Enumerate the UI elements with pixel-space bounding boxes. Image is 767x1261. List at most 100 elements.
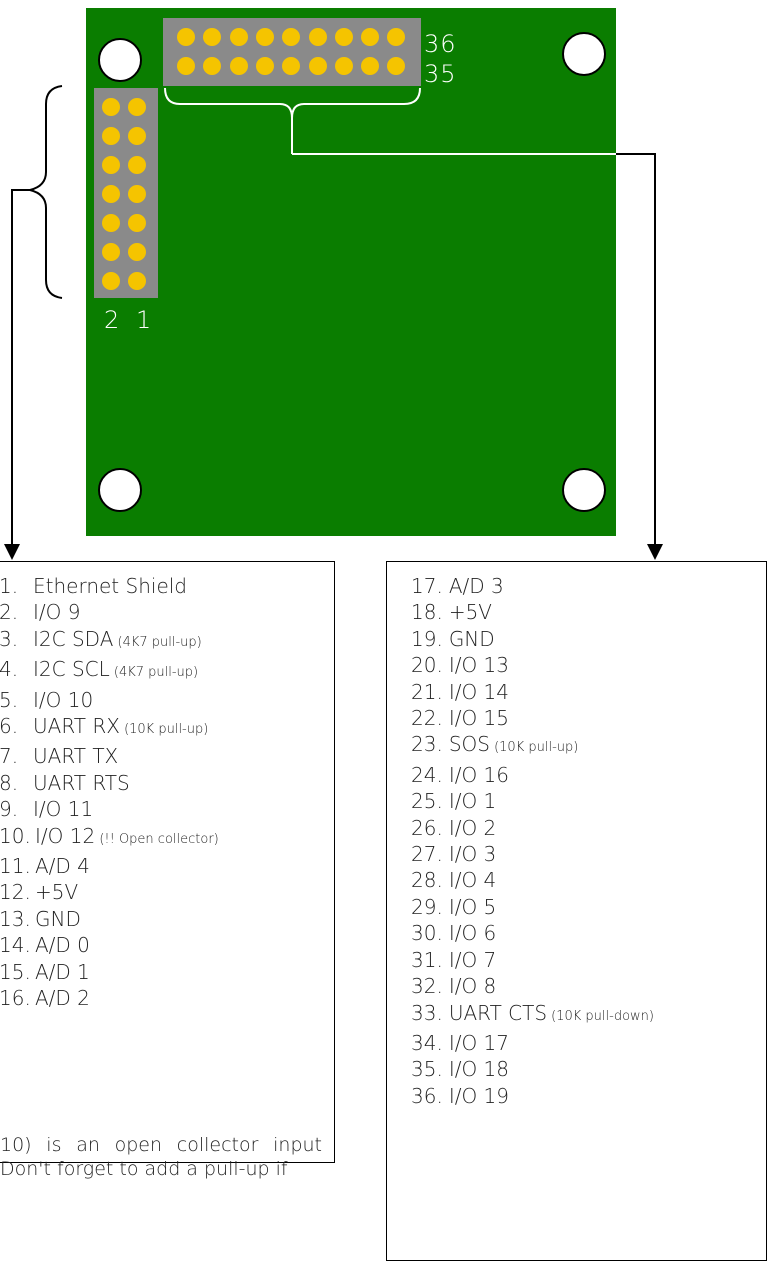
pin-number: 30. bbox=[411, 921, 443, 946]
pin-list-item: 28. I/O 4 bbox=[411, 867, 766, 893]
pin-name: SOS bbox=[448, 732, 490, 757]
pin-list-item: 22. I/O 15 bbox=[411, 705, 766, 731]
pin-list-item: 7. UART TX bbox=[0, 743, 334, 769]
pin-list-item: 32. I/O 8 bbox=[411, 973, 766, 999]
pin-number: 28. bbox=[411, 868, 443, 893]
pin-number: 23. bbox=[411, 732, 443, 757]
pin-number: 35. bbox=[411, 1057, 443, 1082]
pin-name: A/D 1 bbox=[35, 959, 90, 984]
pin-number: 17. bbox=[411, 574, 443, 598]
pin-number: 20. bbox=[411, 653, 443, 678]
pin-list-item: 31. I/O 7 bbox=[411, 947, 766, 973]
right-pin-list-box: 17. A/D 3 18. +5V 19. GND 20. I/O 13 21. I/O 14 22… bbox=[386, 561, 767, 1261]
pin-list-item: 9. I/O 11 bbox=[0, 796, 334, 822]
pin-list-item: 3. I2C SDA (4K7 pull-up) bbox=[0, 626, 334, 656]
pin-list-item: 16. A/D 2 bbox=[0, 985, 334, 1011]
pin-list-item: 17. A/D 3 bbox=[411, 573, 766, 599]
right-connector-line bbox=[292, 153, 656, 548]
pin-list-item: 8. UART RTS bbox=[0, 770, 334, 796]
pin-list-item: 29. I/O 5 bbox=[411, 894, 766, 920]
pin-list-item: 13. GND bbox=[0, 906, 334, 932]
pin-name: A/D 4 bbox=[35, 854, 90, 879]
footnote-text: 10) is an open collector input Don't for… bbox=[0, 1134, 322, 1180]
right-arrowhead bbox=[647, 544, 663, 560]
pin-note: (10K pull-up) bbox=[119, 722, 209, 738]
pin-list-item: 26. I/O 2 bbox=[411, 815, 766, 841]
pin-number: 1. bbox=[0, 574, 19, 598]
pin-name: I/O 12 bbox=[35, 823, 96, 848]
left-connector-line bbox=[11, 189, 30, 548]
left-pin-list: 1. Ethernet Shield 2. I/O 9 3. I2C SDA (4K7 p… bbox=[0, 562, 334, 1012]
pin-name: I2C SCL bbox=[33, 657, 110, 682]
pin-name: I/O 3 bbox=[448, 842, 497, 867]
pin-note: (10K pull-up) bbox=[489, 740, 579, 756]
pin-note: (!! Open collector) bbox=[95, 831, 219, 847]
pin-list-item: 20. I/O 13 bbox=[411, 652, 766, 678]
pin-name: I/O 6 bbox=[448, 921, 497, 946]
pin-list-item: 1. Ethernet Shield bbox=[0, 573, 334, 599]
pin-name: I/O 13 bbox=[448, 653, 509, 678]
pin-name: I/O 11 bbox=[33, 797, 94, 822]
pin-list-item: 5. I/O 10 bbox=[0, 687, 334, 713]
pin-name: I/O 16 bbox=[448, 762, 509, 787]
pin-number: 27. bbox=[411, 842, 443, 867]
pin-name: I/O 19 bbox=[448, 1083, 509, 1108]
pin-number: 18. bbox=[411, 600, 443, 625]
pin-name: UART CTS bbox=[448, 1000, 548, 1025]
pin-number: 3. bbox=[0, 626, 19, 651]
pin-list-item: 18. +5V bbox=[411, 599, 766, 625]
pin-number: 7. bbox=[0, 744, 19, 769]
pin-list-item: 19. GND bbox=[411, 626, 766, 652]
pin-number: 22. bbox=[411, 706, 443, 731]
pin-number: 9. bbox=[0, 797, 19, 822]
pin-list-item: 36. I/O 19 bbox=[411, 1083, 766, 1109]
pin-name: +5V bbox=[35, 880, 79, 905]
pin-list-item: 30. I/O 6 bbox=[411, 920, 766, 946]
pin-number: 21. bbox=[411, 679, 443, 704]
pin-number: 25. bbox=[411, 789, 443, 814]
pin-name: GND bbox=[35, 906, 81, 931]
pin-number: 15. bbox=[0, 959, 31, 984]
pin-number: 24. bbox=[411, 762, 443, 787]
pin-name: I/O 10 bbox=[33, 687, 94, 712]
pin-note: (4K7 pull-up) bbox=[113, 634, 202, 650]
pin-name: I2C SDA bbox=[33, 626, 114, 651]
pin-number: 19. bbox=[411, 626, 443, 651]
pin-list-item: 12. +5V bbox=[0, 879, 334, 905]
pin-name: UART RTS bbox=[33, 770, 130, 795]
pin-list-item: 34. I/O 17 bbox=[411, 1030, 766, 1056]
pin-list-item: 2. I/O 9 bbox=[0, 599, 334, 625]
pin-number: 5. bbox=[0, 687, 19, 712]
pin-number: 8. bbox=[0, 770, 19, 795]
pin-number: 12. bbox=[0, 880, 31, 905]
pin-name: I/O 18 bbox=[448, 1057, 509, 1082]
pin-name: I/O 14 bbox=[448, 679, 509, 704]
right-pin-list: 17. A/D 3 18. +5V 19. GND 20. I/O 13 21. I/O 14 22… bbox=[387, 562, 766, 1109]
pin-number: 4. bbox=[0, 657, 19, 682]
pin-list-item: 21. I/O 14 bbox=[411, 679, 766, 705]
pin-name: UART RX bbox=[33, 714, 120, 739]
pin-list-item: 4. I2C SCL (4K7 pull-up) bbox=[0, 656, 334, 686]
pin-name: I/O 15 bbox=[448, 706, 509, 731]
pin-name: I/O 7 bbox=[448, 947, 497, 972]
pin-name: GND bbox=[448, 626, 495, 651]
left-header-brace bbox=[29, 85, 63, 299]
pin-list-item: 23. SOS (10K pull-up) bbox=[411, 731, 766, 761]
pin-note: (4K7 pull-up) bbox=[109, 665, 199, 681]
pin-number: 2. bbox=[0, 600, 19, 625]
pin-name: A/D 2 bbox=[35, 986, 90, 1011]
top-header-brace bbox=[164, 87, 421, 154]
pin-list-item: 15. A/D 1 bbox=[0, 959, 334, 985]
pin-number: 14. bbox=[0, 933, 31, 958]
pin-name: Ethernet Shield bbox=[33, 574, 187, 598]
pin-name: I/O 17 bbox=[448, 1030, 509, 1055]
left-pin-list-box: 1. Ethernet Shield 2. I/O 9 3. I2C SDA (4K7 p… bbox=[0, 561, 335, 1163]
pin-number: 34. bbox=[411, 1030, 443, 1055]
pin-name: UART TX bbox=[33, 744, 119, 769]
pin-name: I/O 1 bbox=[448, 789, 497, 814]
pin-number: 10. bbox=[0, 823, 31, 848]
pin-name: I/O 5 bbox=[448, 894, 497, 919]
pin-name: I/O 8 bbox=[448, 974, 497, 999]
pin-list-item: 10. I/O 12 (!! Open collector) bbox=[0, 823, 334, 853]
pin-number: 26. bbox=[411, 815, 443, 840]
